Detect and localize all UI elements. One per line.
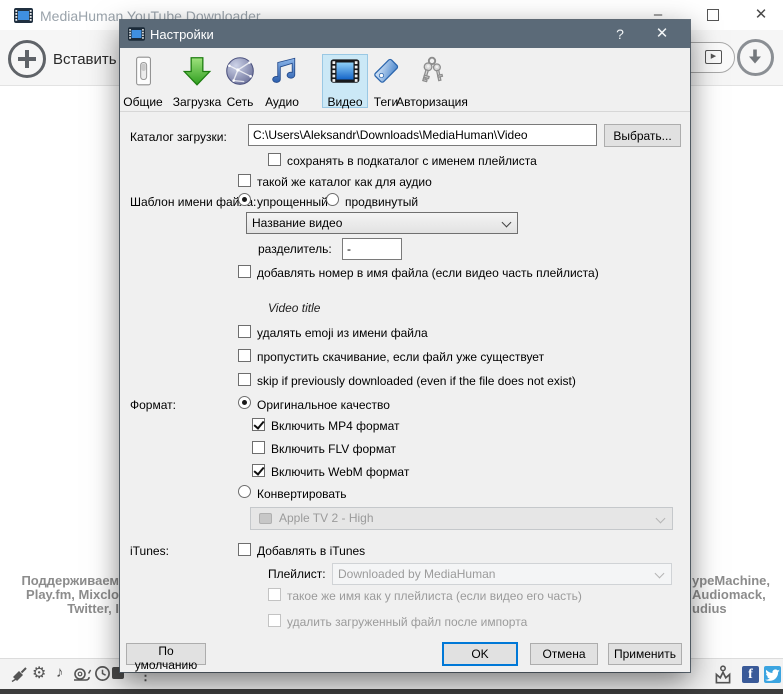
format-label: Формат: (130, 398, 176, 412)
apply-button[interactable]: Применить (608, 643, 682, 665)
download-arrow-icon (746, 48, 764, 66)
add-to-itunes-checkbox[interactable] (238, 543, 251, 556)
convert-label[interactable]: Конвертировать (257, 487, 347, 501)
skip-previous-label[interactable]: skip if previously downloaded (even if t… (257, 374, 576, 388)
delete-after-import-label: удалить загруженный файл после импорта (287, 615, 527, 629)
paste-link-icon[interactable] (8, 40, 46, 78)
template-select-value: Название видео (252, 216, 342, 230)
add-to-itunes-label[interactable]: Добавлять в iTunes (257, 544, 365, 558)
defaults-button[interactable]: По умолчанию (126, 643, 206, 665)
download-dir-label: Каталог загрузки: (130, 130, 227, 144)
maximize-button[interactable] (707, 9, 719, 21)
convert-preset-select: Apple TV 2 - High (250, 507, 673, 530)
close-button[interactable]: ✕ (748, 4, 774, 26)
mp4-checkbox[interactable] (252, 418, 265, 431)
tab-authorization[interactable]: Авторизация (392, 54, 472, 109)
separator-input[interactable] (342, 238, 402, 260)
supported-sites-text-right: ypeMachine, Audiomack, udius (692, 574, 770, 616)
original-quality-radio[interactable] (238, 396, 251, 409)
settings-form: Каталог загрузки: Выбрать... сохранять в… (120, 112, 690, 672)
template-simple-radio[interactable] (238, 193, 251, 206)
settings-dialog: Настройки ? ✕ Общие Загрузка (120, 20, 690, 672)
remove-emoji-label[interactable]: удалять emoji из имени файла (257, 326, 428, 340)
music-note-icon[interactable]: ♪ (56, 664, 64, 681)
preset-icon (259, 513, 272, 524)
dialog-app-icon (128, 27, 145, 41)
video-list-icon: ▶ (705, 50, 722, 64)
filename-preview: Video title (268, 301, 320, 315)
mediahuman-mascot-icon[interactable] (712, 664, 734, 686)
template-select[interactable]: Название видео (246, 212, 518, 234)
webm-label[interactable]: Включить WebM формат (271, 465, 409, 479)
cancel-button[interactable]: Отмена (530, 643, 598, 665)
chevron-down-icon (502, 218, 512, 228)
ok-button[interactable]: OK (442, 642, 518, 666)
itunes-label: iTunes: (130, 544, 169, 558)
convert-preset-value: Apple TV 2 - High (279, 511, 374, 525)
window-bottom-edge (0, 689, 783, 694)
dialog-title: Настройки (150, 27, 214, 42)
same-dir-as-audio-label[interactable]: такой же каталог как для аудио (257, 175, 432, 189)
skip-download-label[interactable]: пропустить скачивание, если файл уже сущ… (257, 350, 544, 364)
settings-gear-icon[interactable]: ⚙ (32, 663, 46, 683)
chevron-down-icon (655, 569, 665, 579)
speed-limit-snail-icon[interactable] (72, 666, 92, 682)
flv-checkbox[interactable] (252, 441, 265, 454)
playlist-select: Downloaded by MediaHuman (332, 563, 672, 585)
dialog-help-button[interactable]: ? (606, 24, 634, 44)
choose-dir-button[interactable]: Выбрать... (604, 124, 681, 147)
separator-label: разделитель: (258, 242, 332, 256)
same-name-as-playlist-checkbox (268, 588, 281, 601)
playlist-value: Downloaded by MediaHuman (338, 567, 495, 581)
dialog-titlebar: Настройки ? ✕ (120, 20, 690, 48)
switch-icon (126, 54, 160, 88)
flv-label[interactable]: Включить FLV формат (271, 442, 396, 456)
save-to-subfolder-label[interactable]: сохранять в подкаталог с именем плейлист… (287, 154, 537, 168)
same-dir-as-audio-checkbox[interactable] (238, 174, 251, 187)
delete-after-import-checkbox (268, 614, 281, 627)
supported-sites-text-left: Поддерживаем Play.fm, Mixclo Twitter, I (21, 574, 119, 616)
skip-download-checkbox[interactable] (238, 349, 251, 362)
download-dir-input[interactable] (248, 124, 597, 146)
playlist-label: Плейлист: (268, 567, 326, 581)
settings-tabbar: Общие Загрузка Сеть Аудио (120, 48, 690, 112)
app-icon (14, 8, 33, 23)
schedule-clock-icon[interactable] (94, 665, 111, 682)
webm-checkbox[interactable] (252, 464, 265, 477)
dialog-close-button[interactable]: ✕ (648, 24, 676, 44)
music-note-icon (265, 54, 299, 88)
twitter-icon[interactable] (764, 666, 781, 683)
template-simple-label[interactable]: упрощенный (257, 195, 328, 209)
template-advanced-label[interactable]: продвинутый (345, 195, 418, 209)
skip-previous-checkbox[interactable] (238, 373, 251, 386)
original-quality-label[interactable]: Оригинальное качество (257, 398, 390, 412)
facebook-icon[interactable]: f (742, 666, 759, 683)
mp4-label[interactable]: Включить MP4 формат (271, 419, 400, 433)
chevron-down-icon (656, 514, 666, 524)
tab-label: Авторизация (392, 95, 472, 109)
same-name-as-playlist-label: такое же имя как у плейлиста (если видео… (287, 589, 582, 603)
clear-list-icon[interactable] (8, 665, 28, 685)
add-number-label[interactable]: добавлять номер в имя файла (если видео … (257, 266, 599, 280)
add-number-checkbox[interactable] (238, 265, 251, 278)
save-to-subfolder-checkbox[interactable] (268, 153, 281, 166)
convert-radio[interactable] (238, 485, 251, 498)
remove-emoji-checkbox[interactable] (238, 325, 251, 338)
download-button[interactable] (737, 39, 774, 76)
template-advanced-radio[interactable] (326, 193, 339, 206)
keys-icon (415, 54, 449, 88)
